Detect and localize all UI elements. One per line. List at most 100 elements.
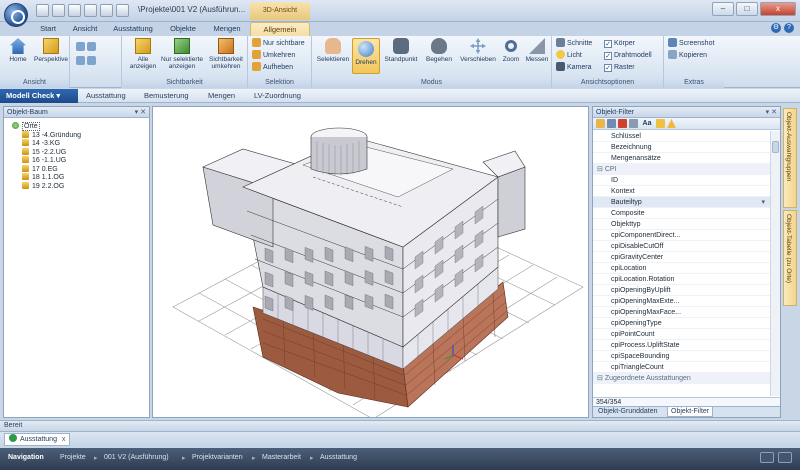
dropdown-arrow-icon[interactable]: ▾ xyxy=(761,197,765,208)
customize-icon[interactable] xyxy=(116,4,129,17)
property-row[interactable]: cpiTriangleCount xyxy=(593,362,771,373)
view-normal-icon[interactable] xyxy=(760,452,774,463)
nav-item-project[interactable]: 001 V2 (Ausführung) xyxy=(104,454,169,461)
property-row-selected[interactable]: Bauteiltyp ▾ xyxy=(593,197,771,208)
panel-controls[interactable]: ▾ ✕ xyxy=(135,107,146,118)
crumb-mengen[interactable]: Mengen xyxy=(202,89,248,103)
list-icon[interactable] xyxy=(629,119,638,128)
building-model[interactable] xyxy=(153,107,589,418)
warning-icon[interactable] xyxy=(667,119,676,128)
side-tab-auswahlgruppen[interactable]: Objekt-Auswahlgruppen xyxy=(783,108,797,208)
tree-node[interactable]: 18 1.1.OG xyxy=(12,173,149,182)
minimize-button[interactable]: – xyxy=(712,2,734,16)
kamera-button[interactable]: Kamera xyxy=(556,62,592,73)
property-row[interactable]: cpiLocation.Rotation xyxy=(593,274,771,285)
property-scrollbar[interactable] xyxy=(770,131,780,396)
tab-objekt-grunddaten[interactable]: Objekt-Grunddaten xyxy=(595,407,661,417)
property-row[interactable]: cpiProcess.UpliftState xyxy=(593,340,771,351)
begehen-button[interactable]: Begehen xyxy=(422,38,456,63)
property-row[interactable]: ID xyxy=(593,175,771,186)
tab-allgemein[interactable]: Allgemein xyxy=(250,22,310,36)
tab-start[interactable]: Start xyxy=(36,22,60,36)
property-row[interactable]: cpiGravityCenter xyxy=(593,252,771,263)
drehen-button[interactable]: Drehen xyxy=(352,38,380,74)
document-tab-ausstattung[interactable]: Ausstattung x xyxy=(4,433,71,446)
side-tab-objekt-tabelle[interactable]: Objekt-Tabelle (zu Orte) xyxy=(783,210,797,306)
licht-button[interactable]: Licht xyxy=(556,50,582,61)
drahtmodell-checkbox[interactable]: ✓ Drahtmodell xyxy=(604,50,652,61)
tab-objekte[interactable]: Objekte xyxy=(166,22,200,36)
screenshot-button[interactable]: Screenshot xyxy=(668,38,714,49)
property-row[interactable]: cpiComponentDirect... xyxy=(593,230,771,241)
property-row[interactable]: Composite xyxy=(593,208,771,219)
perspektive-button[interactable]: Perspektive xyxy=(34,38,68,63)
close-tab-icon[interactable]: x xyxy=(62,436,66,443)
verschieben-button[interactable]: Verschieben xyxy=(458,38,498,63)
aufheben-button[interactable]: Aufheben xyxy=(252,62,293,73)
nav-item-masterarbeit[interactable]: Masterarbeit xyxy=(262,454,301,461)
text-size-button[interactable]: Aa xyxy=(640,119,654,128)
home-button[interactable]: Home xyxy=(4,38,32,63)
property-row[interactable]: Mengenansätze xyxy=(593,153,771,164)
help-icon[interactable]: ? xyxy=(784,23,794,33)
property-row[interactable]: cpiSpaceBounding xyxy=(593,351,771,362)
property-category[interactable]: ⊟ Zugeordnete Ausstattungen xyxy=(593,373,771,384)
property-row[interactable]: cpiDisableCutOff xyxy=(593,241,771,252)
crumb-lv-zuordnung[interactable]: LV-Zuordnung xyxy=(248,89,318,103)
tab-ansicht[interactable]: Ansicht xyxy=(70,22,100,36)
view-split-icon[interactable] xyxy=(778,452,792,463)
tab-mengen[interactable]: Mengen xyxy=(210,22,244,36)
print-icon[interactable] xyxy=(100,4,113,17)
view-preset-1-button[interactable] xyxy=(76,42,98,53)
close-button[interactable]: x xyxy=(760,2,796,16)
delete-icon[interactable] xyxy=(618,119,627,128)
open-icon[interactable] xyxy=(84,4,97,17)
messen-button[interactable]: Messen xyxy=(524,38,550,63)
selektieren-button[interactable]: Selektieren xyxy=(316,38,350,63)
tab-objekt-filter[interactable]: Objekt-Filter xyxy=(667,407,714,417)
property-row[interactable]: cpiOpeningByUplift xyxy=(593,285,771,296)
view-preset-2-button[interactable] xyxy=(76,56,98,67)
crumb-ausstattung[interactable]: Ausstattung xyxy=(80,89,142,103)
kopieren-button[interactable]: Kopieren xyxy=(668,50,707,61)
nav-item-projekte[interactable]: Projekte xyxy=(60,454,86,461)
property-row[interactable]: Kontext xyxy=(593,186,771,197)
tree-node[interactable]: 14 -3.KG xyxy=(12,139,149,148)
property-row[interactable]: cpiOpeningMaxExte... xyxy=(593,296,771,307)
tree-node[interactable]: 16 -1.1.UG xyxy=(12,156,149,165)
property-row[interactable]: Schlüssel xyxy=(593,131,771,142)
nur-sichtbare-button[interactable]: Nur sichtbare xyxy=(252,38,305,49)
sort-az-icon[interactable] xyxy=(607,119,616,128)
nav-item-ausstattung[interactable]: Ausstattung xyxy=(320,454,357,461)
application-menu-button[interactable] xyxy=(4,3,28,27)
property-row[interactable]: cpiLocation xyxy=(593,263,771,274)
tree-node[interactable]: Orte xyxy=(12,122,149,131)
property-row[interactable]: cpiPointCount xyxy=(593,329,771,340)
categorized-icon[interactable] xyxy=(596,119,605,128)
highlight-icon[interactable] xyxy=(656,119,665,128)
crumb-modell-check[interactable]: Modell Check ▾ xyxy=(0,89,78,103)
zoom-button[interactable]: Zoom xyxy=(500,38,522,63)
property-row[interactable]: cpiOpeningMaxFace... xyxy=(593,307,771,318)
tree-node[interactable]: 19 2.2.OG xyxy=(12,181,149,191)
property-row[interactable]: cpiOpeningType xyxy=(593,318,771,329)
nur-selektierte-button[interactable]: Nur selektierte anzeigen xyxy=(160,38,204,70)
undo-icon[interactable] xyxy=(52,4,65,17)
standpunkt-button[interactable]: Standpunkt xyxy=(382,38,420,63)
schnitte-button[interactable]: Schnitte xyxy=(556,38,592,49)
redo-icon[interactable] xyxy=(68,4,81,17)
alle-anzeigen-button[interactable]: Alle anzeigen xyxy=(126,38,160,70)
umkehren-button[interactable]: Umkehren xyxy=(252,50,295,61)
maximize-button[interactable]: □ xyxy=(736,2,758,16)
save-icon[interactable] xyxy=(36,4,49,17)
sichtbarkeit-umkehren-button[interactable]: Sichtbarkeit umkehren xyxy=(206,38,246,70)
koerper-checkbox[interactable]: ✓ Körper xyxy=(604,38,635,49)
settings-icon[interactable]: ⚙ xyxy=(771,23,781,33)
nav-item-projektvarianten[interactable]: Projektvarianten xyxy=(192,454,243,461)
scrollbar-thumb[interactable] xyxy=(772,141,779,153)
property-category[interactable]: ⊟ CPI xyxy=(593,164,771,175)
panel-controls[interactable]: ▾ ✕ xyxy=(766,107,777,118)
tree-node[interactable]: 13 -4.Gründung xyxy=(12,130,149,140)
crumb-bemusterung[interactable]: Bemusterung xyxy=(138,89,200,103)
property-row[interactable]: Bezeichnung xyxy=(593,142,771,153)
